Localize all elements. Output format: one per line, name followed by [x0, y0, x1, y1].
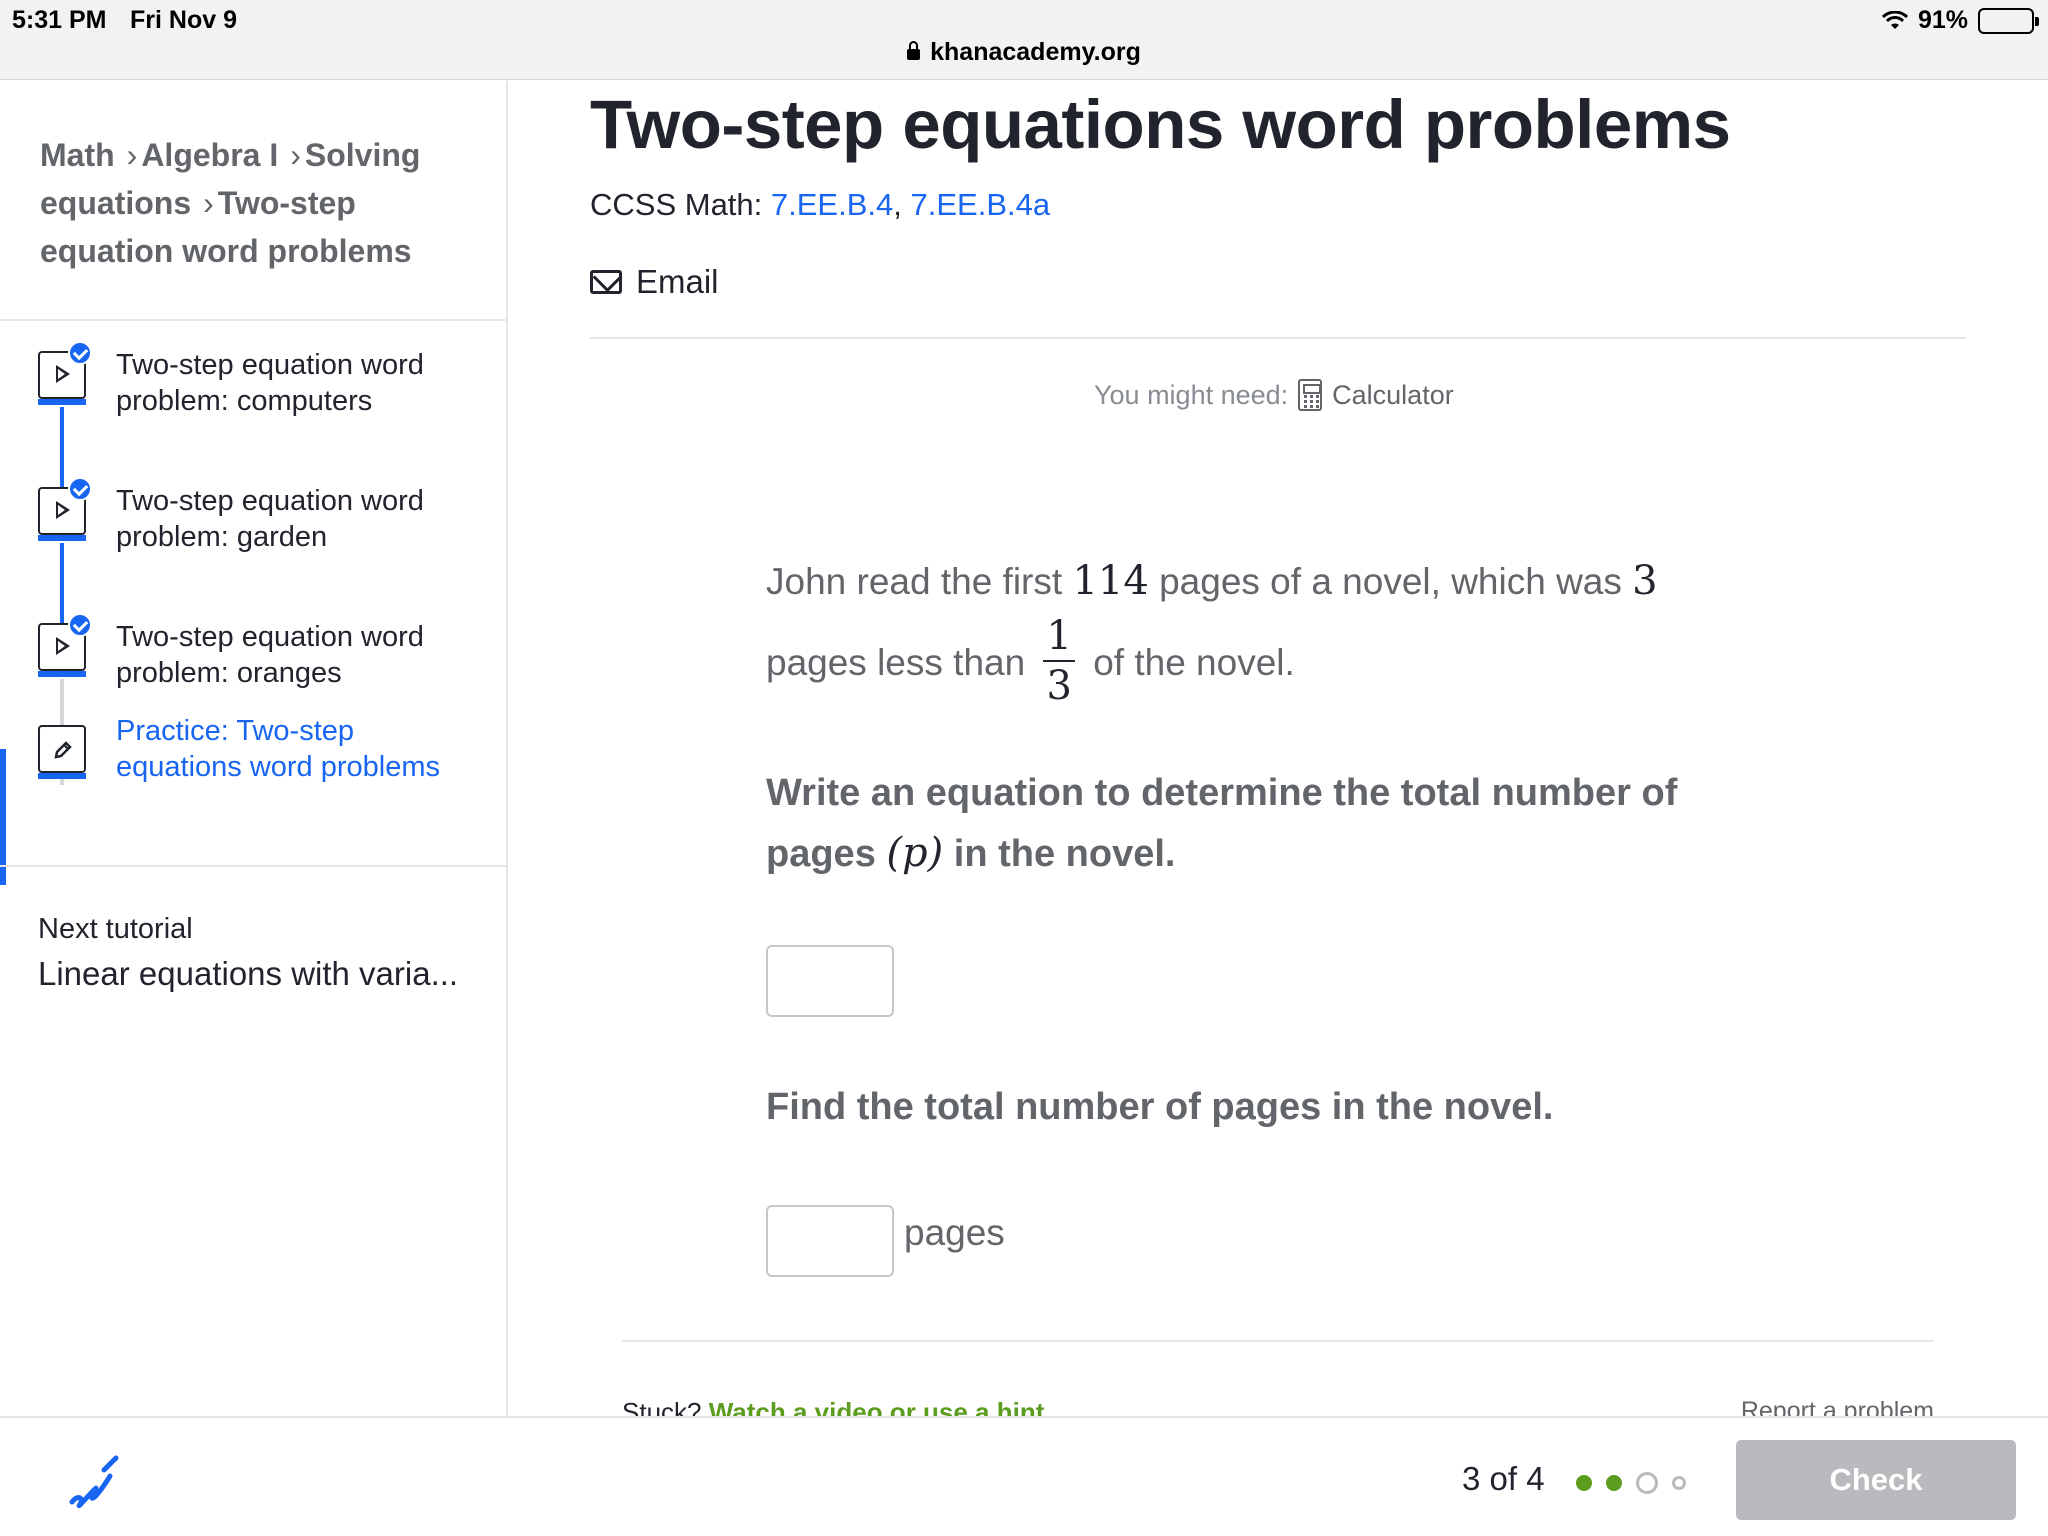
prompt-text: in the novel. [953, 833, 1176, 875]
question-text-part: of the novel. [1093, 641, 1295, 683]
question-text-part: John read the first [766, 561, 1063, 602]
email-button[interactable]: Email [590, 263, 719, 301]
total-prompt: Find the total number of pages in the no… [766, 1086, 1554, 1128]
fraction: 13 [1043, 616, 1075, 709]
next-tutorial-link[interactable]: Linear equations with varia... [38, 955, 458, 993]
progress-dot [1636, 1472, 1658, 1494]
sidebar: Math › Algebra I › Solving equations › Two-ste… [0, 81, 508, 1416]
chevron-right-icon: › [203, 185, 214, 221]
envelope-icon [590, 270, 622, 294]
math-number: 3 [1632, 558, 1658, 604]
pages-input[interactable] [766, 1205, 894, 1277]
next-tutorial-label: Next tutorial [38, 913, 193, 945]
progress-dot [1606, 1475, 1622, 1491]
status-time: 5:31 PM [12, 6, 107, 34]
page-title: Two-step equations word problems [590, 86, 1731, 163]
status-bar: 5:31 PM Fri Nov 9 91% khanacademy.org [0, 0, 2048, 80]
check-button[interactable]: Check [1736, 1440, 2016, 1520]
question-text: John read the first 114 pages of a novel… [766, 543, 1766, 710]
ccss-label: CCSS Math: [590, 187, 763, 222]
might-need-label: You might need: [1094, 379, 1289, 410]
progress-count: 3 of 4 [1462, 1460, 1545, 1497]
sidebar-item-garden[interactable]: Two-step equation word problem: garden [0, 477, 506, 613]
email-label: Email [636, 263, 719, 300]
ccss-link[interactable]: 7.EE.B.4a [911, 187, 1051, 222]
variable: (p) [886, 830, 944, 876]
chevron-right-icon: › [126, 137, 138, 173]
progress-dot [1576, 1475, 1592, 1491]
pencil-icon [38, 725, 86, 779]
sidebar-divider [0, 319, 508, 321]
checkmark-icon [68, 341, 92, 365]
ccss-separator: , [893, 187, 902, 222]
sidebar-item-label: Two-step equation word problem: oranges [116, 621, 424, 689]
sidebar-divider [0, 865, 506, 867]
footer-bar: 3 of 4 Check [0, 1416, 2048, 1536]
unit-label: pages [904, 1212, 1005, 1253]
equation-input[interactable] [766, 945, 894, 1017]
math-number: 114 [1072, 558, 1149, 604]
stuck-label: Stuck? [622, 1397, 702, 1416]
scratchpad-icon[interactable] [64, 1454, 120, 1510]
sidebar-item-computers[interactable]: Two-step equation word problem: computer… [0, 341, 506, 477]
ccss-standards: CCSS Math: 7.EE.B.4, 7.EE.B.4a [590, 187, 1050, 223]
url-bar[interactable]: khanacademy.org [0, 38, 2048, 67]
sidebar-item-label: Two-step equation word problem: garden [116, 485, 424, 553]
fraction-denominator: 3 [1046, 663, 1072, 709]
might-need: You might need: Calculator [1094, 379, 1454, 411]
sidebar-item-label: Practice: Two-step equations word proble… [116, 715, 441, 783]
ccss-link[interactable]: 7.EE.B.4 [771, 187, 893, 222]
breadcrumb: Math › Algebra I › Solving equations › Two-ste… [40, 131, 470, 275]
calculator-link[interactable]: Calculator [1332, 380, 1454, 411]
status-right: 91% [1881, 6, 2039, 35]
battery-percent: 91% [1917, 6, 1968, 34]
url-text: khanacademy.org [930, 38, 1141, 66]
checkmark-icon [68, 613, 92, 637]
progress-dot [1672, 1476, 1686, 1490]
calculator-icon [1298, 379, 1323, 411]
hint-link[interactable]: Watch a video or use a hint [709, 1397, 1045, 1416]
question-text-part: pages of a novel, which was [1159, 561, 1622, 602]
checkmark-icon [68, 477, 92, 501]
breadcrumb-math[interactable]: Math [40, 137, 115, 173]
equation-prompt: Write an equation to determine the total… [766, 763, 1766, 884]
battery-icon [1978, 7, 2039, 34]
main-content: Two-step equations word problems CCSS Ma… [508, 81, 2048, 1416]
question-text-part: pages less than [766, 641, 1026, 683]
sidebar-item-label: Two-step equation word problem: computer… [116, 349, 424, 417]
breadcrumb-algebra[interactable]: Algebra I [141, 137, 278, 173]
lock-icon [907, 41, 921, 60]
report-problem-link[interactable]: Report a problem [1741, 1397, 1934, 1416]
status-date: Fri Nov 9 [130, 6, 237, 34]
wifi-icon [1881, 10, 1908, 29]
progress-dots [1576, 1472, 1686, 1494]
stuck-row: Stuck? Watch a video or use a hint [622, 1397, 1044, 1416]
divider [622, 1340, 1934, 1342]
fraction-numerator: 1 [1043, 616, 1075, 662]
chevron-right-icon: › [290, 137, 301, 173]
divider [590, 337, 1966, 339]
